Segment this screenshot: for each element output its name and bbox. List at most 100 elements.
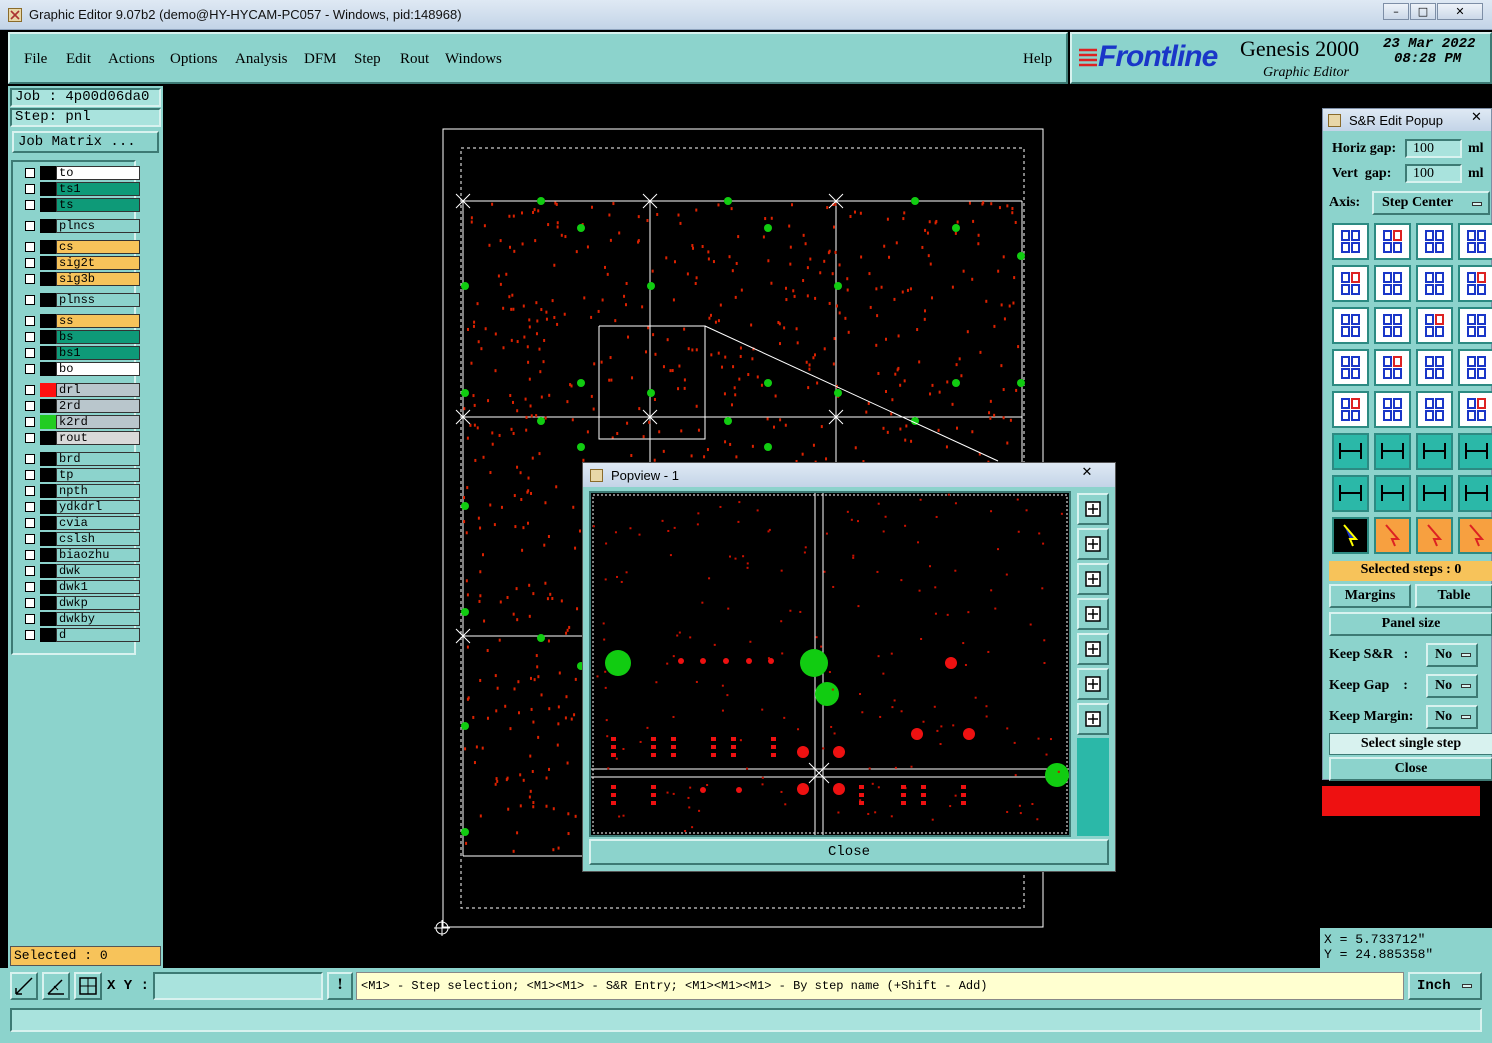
fit-width-icon[interactable] — [1332, 475, 1369, 512]
align-right-icon[interactable] — [1374, 349, 1411, 386]
horiz-gap-input[interactable]: 100 — [1405, 139, 1462, 158]
layer-row[interactable]: plncs — [22, 219, 140, 233]
snap-top-icon[interactable] — [1416, 433, 1453, 470]
layer-color-swatch[interactable] — [40, 548, 56, 562]
layer-checkbox[interactable] — [25, 454, 35, 464]
pan-right-icon[interactable] — [1077, 633, 1109, 665]
row-icon[interactable] — [1416, 391, 1453, 428]
layer-color-swatch[interactable] — [40, 612, 56, 626]
layer-name[interactable]: d — [56, 628, 140, 642]
column-icon[interactable] — [1458, 391, 1492, 428]
layer-row[interactable]: to — [22, 166, 140, 180]
layer-row[interactable]: drl — [22, 383, 140, 397]
layer-color-swatch[interactable] — [40, 431, 56, 445]
layer-name[interactable]: ss — [56, 314, 140, 328]
layer-row[interactable]: bo — [22, 362, 140, 376]
layer-row[interactable]: tp — [22, 468, 140, 482]
layer-row[interactable]: dwk — [22, 564, 140, 578]
layer-row[interactable]: 2rd — [22, 399, 140, 413]
center-y-icon[interactable] — [1458, 475, 1492, 512]
menu-actions[interactable]: Actions — [108, 51, 155, 68]
layer-row[interactable]: ts — [22, 198, 140, 212]
layer-checkbox[interactable] — [25, 168, 35, 178]
layer-color-swatch[interactable] — [40, 240, 56, 254]
distribute-icon[interactable] — [1416, 349, 1453, 386]
layer-name[interactable]: brd — [56, 452, 140, 466]
layer-row[interactable]: biaozhu — [22, 548, 140, 562]
keep-gap-select[interactable]: No — [1426, 674, 1478, 698]
layer-name[interactable]: sig3b — [56, 272, 140, 286]
move-step-icon[interactable] — [1332, 265, 1369, 302]
layer-checkbox[interactable] — [25, 630, 35, 640]
grid-tool-icon[interactable] — [74, 972, 102, 1000]
layer-color-swatch[interactable] — [40, 219, 56, 233]
layer-checkbox[interactable] — [25, 184, 35, 194]
layer-checkbox[interactable] — [25, 614, 35, 624]
unit-select[interactable]: Inch — [1408, 972, 1482, 1000]
menu-file[interactable]: File — [24, 51, 47, 68]
layer-name[interactable]: npth — [56, 484, 140, 498]
layer-color-swatch[interactable] — [40, 596, 56, 610]
layer-name[interactable]: bs1 — [56, 346, 140, 360]
layer-row[interactable]: rout — [22, 431, 140, 445]
layer-color-swatch[interactable] — [40, 256, 56, 270]
layer-checkbox[interactable] — [25, 534, 35, 544]
layer-checkbox[interactable] — [25, 385, 35, 395]
center-v-icon[interactable] — [1332, 391, 1369, 428]
layer-name[interactable]: ts — [56, 198, 140, 212]
xy-input[interactable] — [153, 972, 323, 1000]
minimize-button[interactable]: – — [1383, 3, 1409, 20]
layer-checkbox[interactable] — [25, 582, 35, 592]
layer-name[interactable]: cvia — [56, 516, 140, 530]
layer-color-swatch[interactable] — [40, 452, 56, 466]
layer-color-swatch[interactable] — [40, 330, 56, 344]
layer-row[interactable]: brd — [22, 452, 140, 466]
layer-color-swatch[interactable] — [40, 532, 56, 546]
layer-color-swatch[interactable] — [40, 468, 56, 482]
layer-checkbox[interactable] — [25, 274, 35, 284]
mirror-h-icon[interactable] — [1332, 307, 1369, 344]
layer-row[interactable]: plnss — [22, 293, 140, 307]
menu-windows[interactable]: Windows — [445, 51, 502, 68]
layer-row[interactable]: ydkdrl — [22, 500, 140, 514]
popview-close-icon[interactable]: ✕ — [1065, 465, 1109, 483]
zoom-fit-icon[interactable] — [1077, 493, 1109, 525]
popview-close-button[interactable]: Close — [589, 839, 1109, 865]
popview-scroll-area[interactable] — [1077, 738, 1109, 836]
command-input[interactable] — [10, 1008, 1482, 1032]
measure-tool-icon[interactable] — [10, 972, 38, 1000]
layer-row[interactable]: cvia — [22, 516, 140, 530]
layer-name[interactable]: 2rd — [56, 399, 140, 413]
copy-step-icon[interactable] — [1416, 265, 1453, 302]
layer-checkbox[interactable] — [25, 502, 35, 512]
job-matrix-button[interactable]: Job Matrix ... — [12, 131, 159, 153]
layer-name[interactable]: dwk — [56, 564, 140, 578]
vert-gap-input[interactable]: 100 — [1405, 164, 1462, 183]
fit-height-icon[interactable] — [1374, 475, 1411, 512]
sr-popup-close-icon[interactable]: ✕ — [1471, 110, 1482, 125]
layer-color-swatch[interactable] — [40, 182, 56, 196]
layer-checkbox[interactable] — [25, 221, 35, 231]
layer-checkbox[interactable] — [25, 364, 35, 374]
pan-up-icon[interactable] — [1077, 528, 1109, 560]
layer-color-swatch[interactable] — [40, 564, 56, 578]
layer-row[interactable]: ss — [22, 314, 140, 328]
swap-icon[interactable] — [1416, 307, 1453, 344]
zoom-out-icon[interactable] — [1077, 703, 1109, 735]
layer-row[interactable]: cs — [22, 240, 140, 254]
layer-name[interactable]: dwk1 — [56, 580, 140, 594]
layer-color-swatch[interactable] — [40, 500, 56, 514]
menu-dfm[interactable]: DFM — [304, 51, 337, 68]
layer-name[interactable]: dwkp — [56, 596, 140, 610]
layer-color-swatch[interactable] — [40, 166, 56, 180]
layer-color-swatch[interactable] — [40, 346, 56, 360]
layer-name[interactable]: dwkby — [56, 612, 140, 626]
layer-checkbox[interactable] — [25, 401, 35, 411]
layer-checkbox[interactable] — [25, 316, 35, 326]
layer-name[interactable]: rout — [56, 431, 140, 445]
layer-checkbox[interactable] — [25, 295, 35, 305]
menu-step[interactable]: Step — [354, 51, 381, 68]
layer-name[interactable]: biaozhu — [56, 548, 140, 562]
snap-bottom-icon[interactable] — [1458, 433, 1492, 470]
layer-name[interactable]: ts1 — [56, 182, 140, 196]
